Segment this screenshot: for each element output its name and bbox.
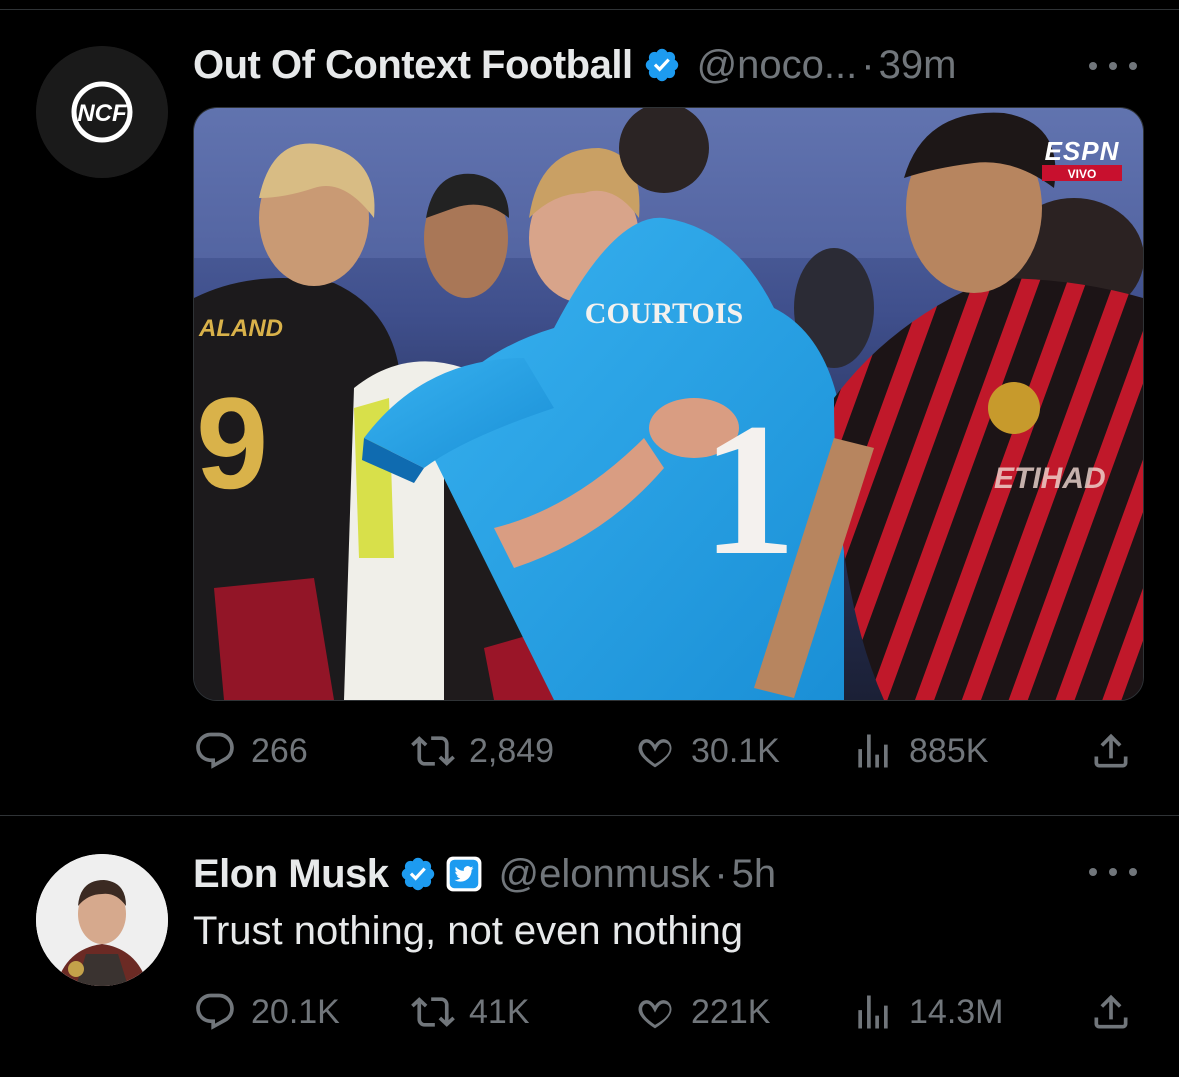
tweet-out-of-context-football[interactable]: NCF Out Of Context Football @noco... · 3… [0,10,1179,815]
retweet-button[interactable]: 41K [411,982,530,1042]
espn-logo-text: ESPN [1045,136,1120,166]
tweet-elon-musk[interactable]: Elon Musk @elonmusk · 5h Trust nothing, … [0,816,1179,1077]
share-button[interactable] [1089,982,1133,1042]
share-icon [1094,994,1128,1029]
live-label: VIVO [1068,167,1097,181]
like-button[interactable]: 30.1K [633,721,780,781]
jersey-name: COURTOIS [585,297,743,330]
timestamp[interactable]: 39m [879,43,957,88]
separator-dot: · [861,42,875,87]
views-button[interactable]: 885K [851,721,988,781]
views-icon [858,995,888,1029]
tweet-header: Out Of Context Football @noco... · 39m [193,40,956,90]
avatar-elon-musk[interactable] [36,854,168,986]
heart-icon [638,1000,672,1029]
retweet-icon [411,997,455,1027]
heart-icon [638,739,672,768]
more-icon[interactable] [1089,862,1137,882]
views-icon [858,734,888,768]
reply-button[interactable]: 20.1K [193,982,340,1042]
separator-dot: · [714,851,728,896]
avatar-ncf[interactable]: NCF [36,46,168,178]
retweet-icon [411,736,455,766]
author-handle[interactable]: @elonmusk [499,852,711,897]
avatar-logo-text: NCF [77,100,128,127]
sponsor-text: ETIHAD [994,462,1106,495]
views-count: 885K [909,731,989,770]
tweet-header: Elon Musk @elonmusk · 5h [193,849,776,899]
tweet-text: Trust nothing, not even nothing [193,909,743,953]
verified-badge-icon[interactable] [399,855,437,893]
reply-icon [196,732,234,769]
author-handle[interactable]: @noco... [697,43,858,88]
views-count: 14.3M [909,992,1004,1031]
reply-count: 266 [251,731,308,770]
author-name[interactable]: Elon Musk [193,852,389,897]
tweet-actions: 266 2,849 30.1K 885K [193,721,1143,781]
reply-button[interactable]: 266 [193,721,308,781]
more-icon[interactable] [1089,56,1137,76]
retweet-button[interactable]: 2,849 [411,721,554,781]
timestamp[interactable]: 5h [732,852,777,897]
verified-badge-icon[interactable] [643,46,681,84]
share-icon [1094,733,1128,768]
views-button[interactable]: 14.3M [851,982,1004,1042]
svg-text:9: 9 [196,370,268,516]
twitter-affiliate-badge-icon[interactable] [445,855,483,893]
share-button[interactable] [1089,721,1133,781]
retweet-count: 41K [469,992,530,1031]
tweet-actions: 20.1K 41K 221K 14.3M [193,982,1143,1042]
like-count: 30.1K [691,731,780,770]
like-count: 221K [691,992,771,1031]
retweet-count: 2,849 [469,731,555,770]
reply-count: 20.1K [251,992,340,1031]
author-name[interactable]: Out Of Context Football [193,43,633,88]
reply-icon [196,993,234,1030]
jersey-number: 1 [702,385,797,595]
tweet-media-image[interactable]: ALAND 9 COURTOIS 1 ETIHAD ESPN VIVO [193,107,1144,701]
left-jersey-name: ALAND [198,315,283,342]
like-button[interactable]: 221K [633,982,770,1042]
